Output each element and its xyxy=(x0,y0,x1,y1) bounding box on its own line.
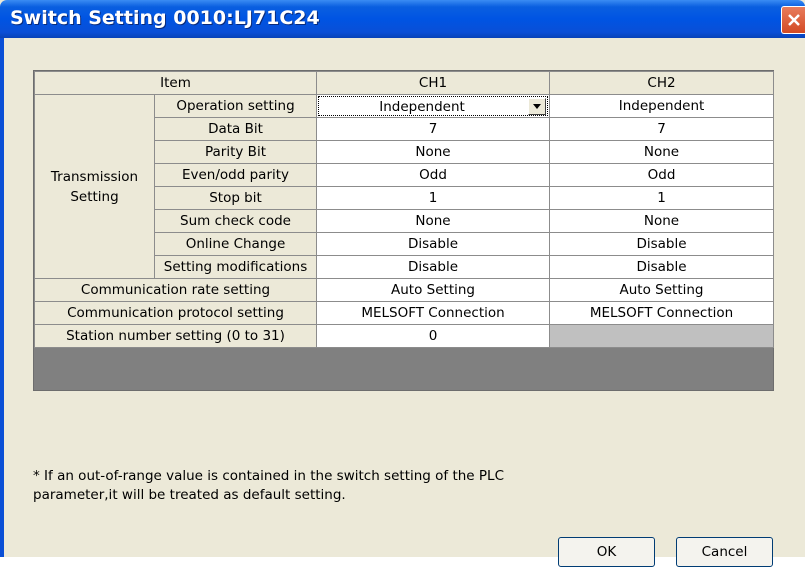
even-odd-parity-ch2[interactable]: Odd xyxy=(549,163,775,187)
row-label-stop-bit: Stop bit xyxy=(153,186,318,210)
chevron-down-icon xyxy=(533,104,542,109)
close-icon xyxy=(788,14,800,26)
table-row: Transmission Setting Operation setting I… xyxy=(34,94,775,279)
column-header-ch2: CH2 xyxy=(549,71,775,95)
sum-check-code-ch2[interactable]: None xyxy=(549,209,775,233)
close-button[interactable] xyxy=(781,6,805,34)
stop-bit-ch1[interactable]: 1 xyxy=(316,186,551,210)
even-odd-parity-ch1[interactable]: Odd xyxy=(316,163,551,187)
station-number-ch1[interactable]: 0 xyxy=(316,324,551,348)
station-number-ch2-disabled xyxy=(549,324,775,348)
note-line1: * If an out-of-range value is contained … xyxy=(33,468,504,484)
row-label-communication-protocol: Communication protocol setting xyxy=(33,301,318,325)
group-label-transmission-setting: Transmission Setting xyxy=(34,94,155,279)
communication-rate-ch1[interactable]: Auto Setting xyxy=(316,278,551,302)
table-row: Communication protocol setting MELSOFT C… xyxy=(33,301,775,325)
row-label-parity-bit: Parity Bit xyxy=(153,140,318,164)
stop-bit-ch2[interactable]: 1 xyxy=(549,186,775,210)
table-row: Station number setting (0 to 31) 0 xyxy=(33,324,775,348)
data-bit-ch1[interactable]: 7 xyxy=(316,117,551,141)
column-header-ch1: CH1 xyxy=(316,71,551,95)
ok-button[interactable]: OK xyxy=(558,537,655,567)
row-label-operation-setting: Operation setting xyxy=(153,94,318,118)
online-change-ch2[interactable]: Disable xyxy=(549,232,775,256)
parity-bit-ch2[interactable]: None xyxy=(549,140,775,164)
group-label-line2: Setting xyxy=(70,188,119,205)
table-row: Communication rate setting Auto Setting … xyxy=(33,278,775,302)
data-bit-ch2[interactable]: 7 xyxy=(549,117,775,141)
dropdown-button[interactable] xyxy=(528,98,547,115)
combo-value: Independent xyxy=(379,99,465,115)
setting-modifications-ch1[interactable]: Disable xyxy=(316,255,551,279)
row-label-data-bit: Data Bit xyxy=(153,117,318,141)
note-line2: parameter,it will be treated as default … xyxy=(33,487,346,503)
row-label-station-number: Station number setting (0 to 31) xyxy=(33,324,318,348)
setting-modifications-ch2[interactable]: Disable xyxy=(549,255,775,279)
header-row: Item CH1 CH2 xyxy=(33,71,775,95)
window-title: Switch Setting 0010:LJ71C24 xyxy=(10,7,320,29)
row-label-setting-modifications: Setting modifications xyxy=(153,255,318,279)
switch-setting-grid: Item CH1 CH2 Transmission Setting Operat… xyxy=(33,70,775,391)
note-text: * If an out-of-range value is contained … xyxy=(33,467,593,505)
row-label-even-odd-parity: Even/odd parity xyxy=(153,163,318,187)
communication-rate-ch2[interactable]: Auto Setting xyxy=(549,278,775,302)
sum-check-code-ch1[interactable]: None xyxy=(316,209,551,233)
title-bar[interactable]: Switch Setting 0010:LJ71C24 xyxy=(0,0,805,38)
cancel-button[interactable]: Cancel xyxy=(676,537,773,567)
communication-protocol-ch1[interactable]: MELSOFT Connection xyxy=(316,301,551,325)
operation-setting-ch2[interactable]: Independent xyxy=(549,94,775,118)
combo-box[interactable]: Independent xyxy=(318,96,549,116)
column-header-item: Item xyxy=(33,71,318,95)
switch-setting-dialog: Switch Setting 0010:LJ71C24 Item CH1 CH2… xyxy=(0,0,805,567)
window-border xyxy=(0,38,4,557)
row-label-online-change: Online Change xyxy=(153,232,318,256)
operation-setting-ch1-select[interactable]: Independent xyxy=(316,94,551,118)
row-label-sum-check-code: Sum check code xyxy=(153,209,318,233)
row-label-communication-rate: Communication rate setting xyxy=(33,278,318,302)
communication-protocol-ch2[interactable]: MELSOFT Connection xyxy=(549,301,775,325)
parity-bit-ch1[interactable]: None xyxy=(316,140,551,164)
group-label-line1: Transmission xyxy=(50,168,139,185)
online-change-ch1[interactable]: Disable xyxy=(316,232,551,256)
